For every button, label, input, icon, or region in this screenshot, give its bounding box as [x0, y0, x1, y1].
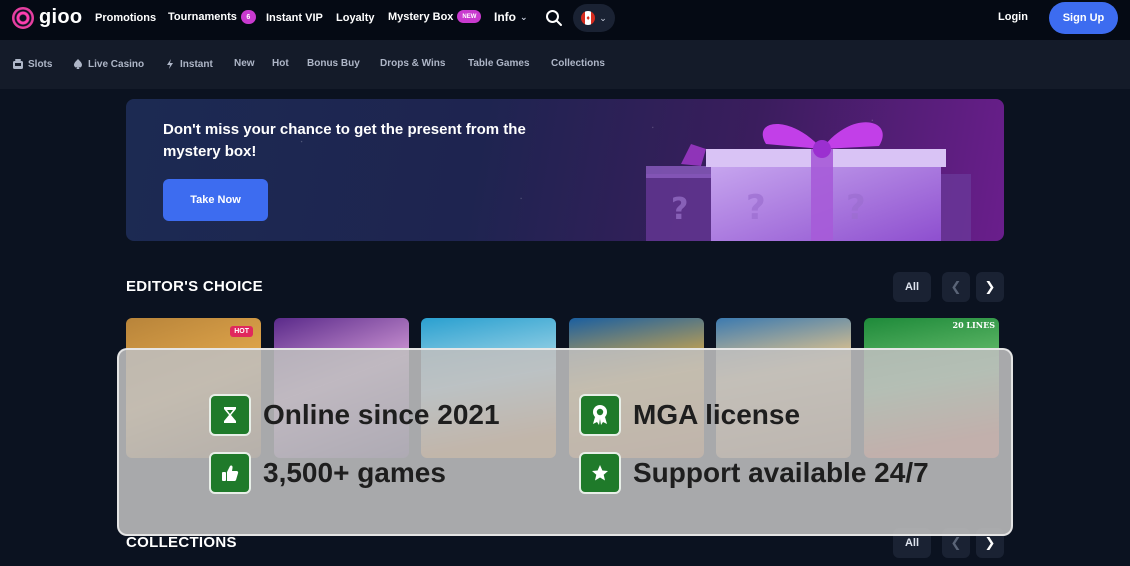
take-now-button[interactable]: Take Now [163, 179, 268, 221]
editors-choice-prev-button[interactable]: ❮ [942, 272, 970, 302]
hot-badge: HOT [230, 326, 253, 337]
category-bonus-buy-label: Bonus Buy [307, 58, 360, 69]
hourglass-icon [209, 394, 251, 436]
feature-text: MGA license [633, 399, 801, 430]
features-overlay: Online since 2021 MGA license 3,500+ gam… [117, 348, 1013, 536]
svg-text:?: ? [671, 192, 688, 227]
svg-text:?: ? [846, 188, 866, 228]
chevron-down-icon: ⌄ [520, 11, 528, 22]
logo-text: gioo [39, 6, 83, 28]
mystery-gift-box-illustration: ? ? ? [646, 122, 971, 241]
chevron-right-icon: ❯ [984, 279, 996, 294]
nav-loyalty[interactable]: Loyalty [336, 12, 375, 24]
feature-text: 3,500+ games [263, 457, 446, 488]
search-button[interactable] [544, 8, 564, 28]
category-live-casino[interactable]: Live Casino [72, 58, 144, 70]
category-new[interactable]: New [234, 58, 255, 69]
category-live-casino-label: Live Casino [88, 58, 145, 70]
feature-games-count: 3,500+ games [209, 452, 446, 494]
category-drops-wins[interactable]: Drops & Wins [380, 58, 445, 69]
chevron-left-icon: ❮ [950, 535, 962, 550]
svg-text:?: ? [746, 188, 766, 228]
category-bonus-buy[interactable]: Bonus Buy [307, 58, 360, 69]
tournaments-count-badge: 6 [240, 10, 256, 24]
nav-loyalty-label: Loyalty [336, 12, 375, 24]
login-button[interactable]: Login [998, 11, 1028, 23]
language-selector[interactable]: ♦ ⌄ [573, 4, 615, 32]
banner-title: Don't miss your chance to get the presen… [163, 121, 526, 160]
nav-tournaments[interactable]: Tournaments 6 [168, 10, 256, 24]
thumbs-up-icon [209, 452, 251, 494]
mystery-box-banner: Don't miss your chance to get the presen… [126, 99, 1004, 241]
category-instant-label: Instant [180, 58, 213, 70]
nav-instant-vip[interactable]: Instant VIP [266, 12, 323, 24]
category-table-games[interactable]: Table Games [468, 58, 530, 69]
sign-up-button[interactable]: Sign Up [1049, 2, 1118, 34]
slot-machine-icon [13, 59, 23, 69]
category-navigation: Slots Live Casino Instant New Hot Bonus … [0, 40, 1130, 89]
feature-license: MGA license [579, 394, 800, 436]
star-icon [579, 452, 621, 494]
category-instant[interactable]: Instant [164, 58, 213, 70]
feature-online-since: Online since 2021 [209, 394, 500, 436]
category-new-label: New [234, 58, 255, 69]
category-collections-label: Collections [551, 58, 605, 69]
nav-promotions-label: Promotions [95, 12, 157, 24]
nav-info[interactable]: Info ⌄ [494, 10, 528, 24]
nav-tournaments-label: Tournaments [168, 11, 237, 23]
feature-support: Support available 24/7 [579, 452, 929, 494]
feature-text: Online since 2021 [263, 399, 500, 430]
chevron-left-icon: ❮ [950, 279, 962, 294]
chevron-down-icon: ⌄ [599, 12, 607, 23]
search-icon [546, 10, 562, 26]
category-hot-label: Hot [272, 58, 289, 69]
logo-mark-icon [12, 6, 34, 29]
category-slots[interactable]: Slots [12, 58, 52, 70]
category-hot[interactable]: Hot [272, 58, 289, 69]
editors-choice-title: EDITOR'S CHOICE [126, 278, 263, 295]
category-slots-label: Slots [28, 58, 53, 70]
nav-mystery-box-label: Mystery Box [388, 10, 454, 23]
nav-info-label: Info [494, 10, 516, 24]
chevron-right-icon: ❯ [984, 535, 996, 550]
editors-choice-next-button[interactable]: ❯ [976, 272, 1004, 302]
nav-promotions[interactable]: Promotions [95, 12, 156, 24]
feature-text: Support available 24/7 [633, 457, 929, 488]
spade-icon [73, 59, 83, 69]
category-collections[interactable]: Collections [551, 58, 605, 69]
award-icon [579, 394, 621, 436]
nav-instant-vip-label: Instant VIP [266, 12, 323, 24]
editors-choice-all-button[interactable]: All [893, 272, 931, 302]
collections-title: COLLECTIONS [126, 534, 237, 551]
category-drops-wins-label: Drops & Wins [380, 58, 446, 69]
nav-mystery-box[interactable]: Mystery Box NEW [388, 10, 482, 23]
category-table-games-label: Table Games [468, 58, 530, 69]
lightning-icon [167, 59, 173, 69]
lines-badge: 20 LINES [952, 320, 995, 330]
new-badge: NEW [457, 10, 482, 23]
top-navigation-bar: gioo Promotions Tournaments 6 Instant VI… [0, 0, 1130, 40]
canada-flag-icon: ♦ [581, 11, 596, 25]
logo[interactable]: gioo [12, 6, 82, 29]
